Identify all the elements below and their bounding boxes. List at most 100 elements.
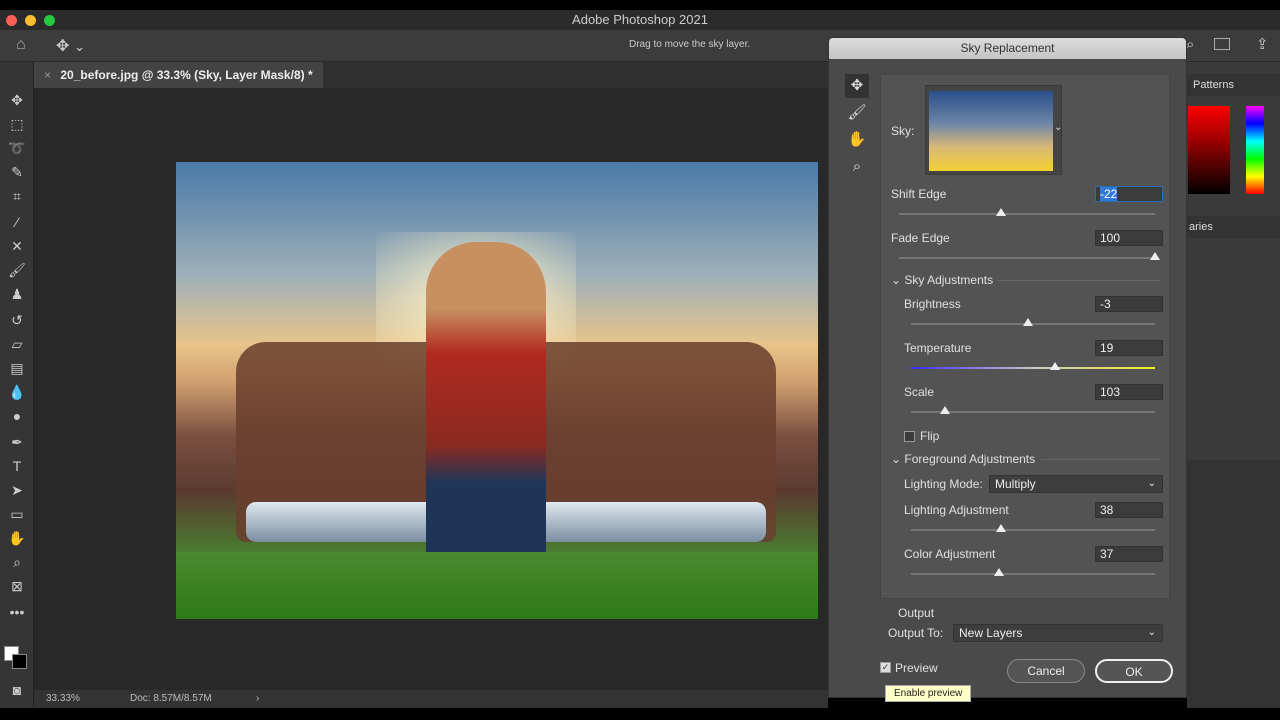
sky-picker[interactable]: ⌄ — [925, 85, 1062, 175]
tool-hint: Drag to move the sky layer. — [629, 39, 751, 50]
preview-tooltip: Enable preview — [885, 685, 972, 702]
shift-edge-input[interactable]: -22 — [1095, 186, 1163, 202]
background-color-swatch[interactable] — [12, 654, 27, 669]
scale-input[interactable]: 103 — [1095, 384, 1163, 400]
chevron-down-icon[interactable]: ⌄ — [1054, 122, 1062, 133]
color-adjustment-slider[interactable] — [911, 568, 1155, 576]
frame-tool-icon[interactable]: ⊠ — [6, 576, 28, 596]
history-brush-icon[interactable]: ↺ — [6, 310, 28, 330]
document-tabs: × 20_before.jpg @ 33.3% (Sky, Layer Mask… — [34, 62, 828, 88]
stamp-tool-icon[interactable]: ♟ — [6, 284, 28, 304]
brightness-slider[interactable] — [911, 318, 1155, 326]
fade-edge-input[interactable]: 100 — [1095, 230, 1163, 246]
color-adjustment-input[interactable]: 37 — [1095, 546, 1163, 562]
eraser-tool-icon[interactable]: ▱ — [6, 334, 28, 354]
output-to-select[interactable]: New Layers ⌄ — [953, 624, 1163, 642]
hue-slider[interactable] — [1246, 106, 1264, 194]
lighting-mode-select[interactable]: Multiply ⌄ — [989, 475, 1163, 493]
crop-tool-icon[interactable]: ⌗ — [6, 186, 28, 206]
tools-panel: ✥ ⬚ ➰ ✎ ⌗ ⁄ ✕ 🖌 ♟ ↺ ▱ ▤ 💧 ● ✒ T ➤ ▭ ✋ ⌕ … — [0, 62, 34, 708]
slider-thumb[interactable] — [993, 568, 1004, 576]
workspace-icon[interactable] — [1214, 38, 1230, 50]
doc-size: Doc: 8.57M/8.57M — [130, 693, 212, 704]
zoom-tool-icon[interactable]: ⌕ — [845, 155, 869, 179]
scale-slider[interactable] — [911, 406, 1155, 414]
move-tool-icon[interactable]: ✥ — [6, 90, 28, 110]
foreground-adjustments-toggle[interactable]: ⌄ Foreground Adjustments — [891, 452, 1035, 466]
layers-panel — [1187, 460, 1280, 708]
ok-button[interactable]: OK — [1095, 659, 1173, 683]
close-tab-icon[interactable]: × — [44, 68, 51, 82]
status-bar: 33.33% Doc: 8.57M/8.57M › — [34, 690, 828, 708]
slider-thumb[interactable] — [940, 406, 951, 414]
dodge-tool-icon[interactable]: ● — [6, 406, 28, 426]
sky-replacement-dialog: Sky Replacement ✥ 🖌 ✋ ⌕ Sky: ⌄ Shift Edg… — [828, 37, 1187, 702]
search-icon[interactable]: ⌕ — [1186, 36, 1194, 53]
eyedropper-tool-icon[interactable]: ⁄ — [6, 212, 28, 232]
zoom-tool-icon[interactable]: ⌕ — [6, 552, 28, 572]
shift-edge-label: Shift Edge — [891, 187, 947, 201]
output-heading: Output — [898, 606, 935, 620]
brightness-label: Brightness — [904, 297, 961, 311]
title-bar: Adobe Photoshop 2021 — [0, 10, 1280, 30]
home-icon[interactable]: ⌂ — [16, 36, 26, 54]
move-tool-icon[interactable]: ✥ — [845, 74, 869, 98]
slider-thumb[interactable] — [996, 524, 1007, 532]
zoom-window-button[interactable] — [44, 15, 55, 26]
blur-tool-icon[interactable]: 💧 — [6, 382, 28, 402]
document-tab-label: 20_before.jpg @ 33.3% (Sky, Layer Mask/8… — [60, 68, 313, 82]
fade-edge-slider[interactable] — [899, 252, 1160, 260]
grass — [176, 552, 818, 619]
temperature-slider[interactable] — [911, 362, 1155, 370]
settings-panel: Sky: ⌄ Shift Edge -22 Fade Edge 100 ⌄ Sk… — [880, 74, 1170, 599]
tab-patterns[interactable]: Patterns — [1187, 74, 1280, 96]
zoom-level[interactable]: 33.33% — [46, 690, 80, 708]
pen-tool-icon[interactable]: ✒ — [6, 432, 28, 452]
chevron-down-icon: ⌄ — [1147, 627, 1156, 638]
shift-edge-slider[interactable] — [899, 208, 1155, 216]
divider — [1041, 459, 1161, 460]
rectangle-tool-icon[interactable]: ▭ — [6, 504, 28, 524]
lighting-adjustment-slider[interactable] — [911, 524, 1155, 532]
slider-thumb[interactable] — [996, 208, 1007, 216]
brightness-input[interactable]: -3 — [1095, 296, 1163, 312]
quick-selection-tool-icon[interactable]: ✎ — [6, 162, 28, 182]
brush-tool-icon[interactable]: 🖌 — [6, 260, 28, 280]
output-to-label: Output To: — [888, 626, 944, 640]
gradient-tool-icon[interactable]: ▤ — [6, 358, 28, 378]
quick-mask-icon[interactable]: ◙ — [6, 680, 28, 700]
marquee-tool-icon[interactable]: ⬚ — [6, 114, 28, 134]
lighting-adjustment-input[interactable]: 38 — [1095, 502, 1163, 518]
slider-thumb[interactable] — [1023, 318, 1034, 326]
type-tool-icon[interactable]: T — [6, 456, 28, 476]
lasso-tool-icon[interactable]: ➰ — [6, 138, 28, 158]
more-tools-icon[interactable]: ••• — [6, 602, 28, 622]
lighting-adjustment-label: Lighting Adjustment — [904, 503, 1009, 517]
close-window-button[interactable] — [6, 15, 17, 26]
cancel-button[interactable]: Cancel — [1007, 659, 1085, 683]
preview-label: Preview — [895, 661, 938, 675]
preview-checkbox[interactable]: ✓ — [880, 662, 891, 673]
document-tab[interactable]: × 20_before.jpg @ 33.3% (Sky, Layer Mask… — [34, 62, 323, 88]
sky-adjustments-toggle[interactable]: ⌄ Sky Adjustments — [891, 273, 993, 287]
share-icon[interactable]: ⇪ — [1256, 35, 1269, 53]
slider-thumb[interactable] — [1150, 252, 1160, 260]
status-menu-arrow[interactable]: › — [256, 690, 259, 708]
move-tool-preset-icon[interactable]: ✥ ⌄ — [56, 36, 85, 56]
slider-thumb[interactable] — [1049, 362, 1060, 370]
document-image[interactable] — [176, 162, 818, 619]
tab-libraries[interactable]: aries — [1187, 216, 1280, 238]
chevron-down-icon: ⌄ — [1147, 478, 1156, 489]
healing-tool-icon[interactable]: ✕ — [6, 236, 28, 256]
color-field[interactable] — [1188, 106, 1230, 194]
flip-checkbox[interactable] — [904, 431, 915, 442]
path-selection-icon[interactable]: ➤ — [6, 480, 28, 500]
dialog-title: Sky Replacement — [829, 38, 1186, 59]
hand-tool-icon[interactable]: ✋ — [6, 528, 28, 548]
minimize-window-button[interactable] — [25, 15, 36, 26]
scale-label: Scale — [904, 385, 935, 399]
lighting-mode-label: Lighting Mode: — [904, 477, 983, 491]
temperature-input[interactable]: 19 — [1095, 340, 1163, 356]
sky-brush-icon[interactable]: 🖌 — [845, 101, 869, 125]
hand-tool-icon[interactable]: ✋ — [845, 128, 869, 152]
